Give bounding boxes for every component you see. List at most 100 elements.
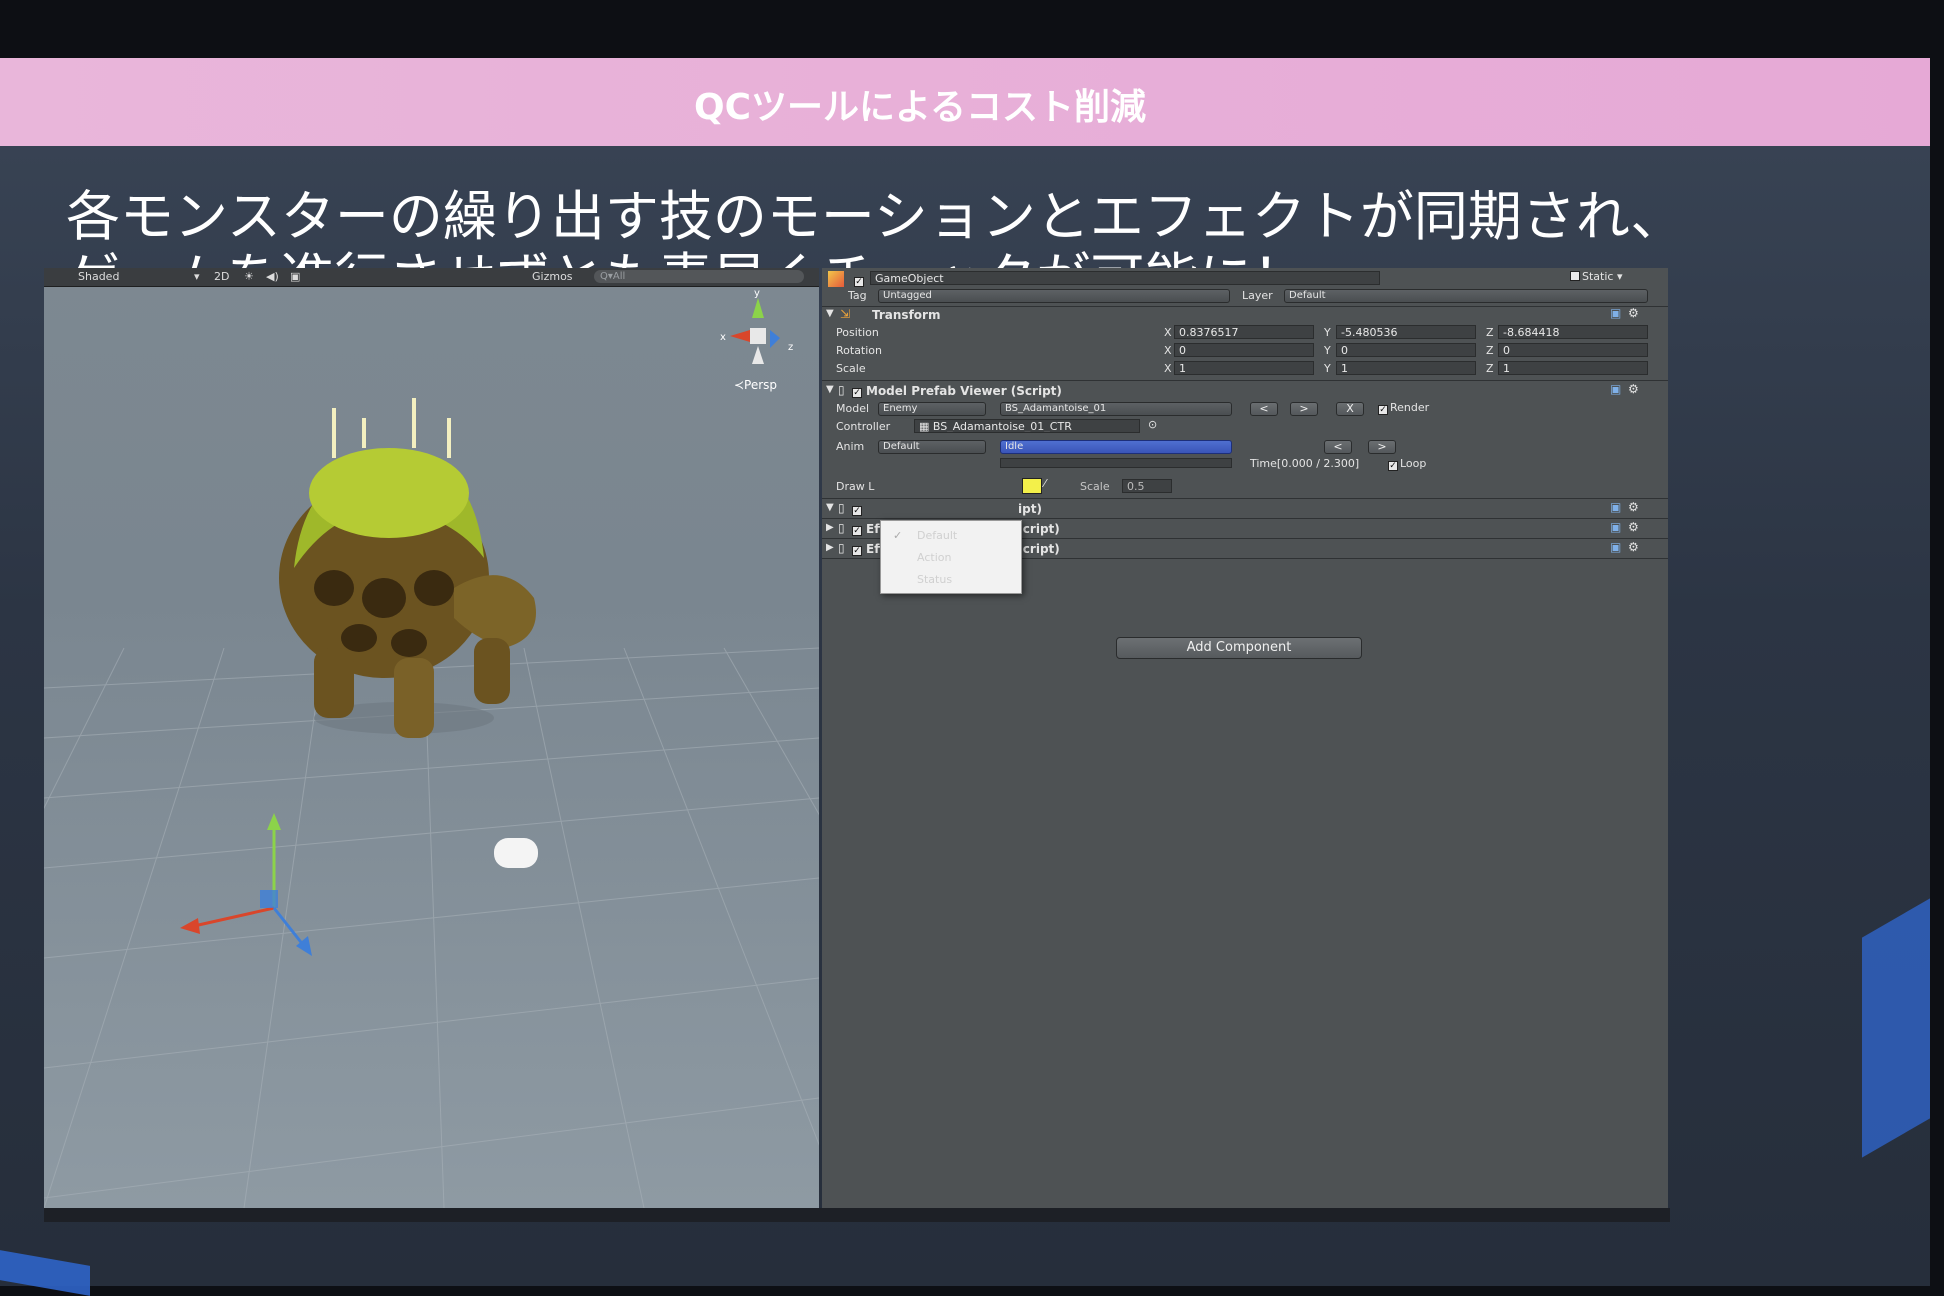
rotation-x-field[interactable]: 0 (1174, 343, 1314, 357)
render-label: Render (1390, 401, 1430, 414)
loop-label: Loop (1400, 457, 1427, 470)
rotation-y-field[interactable]: 0 (1336, 343, 1476, 357)
layer-label: Layer (1242, 289, 1273, 302)
slide-header-title: QCツールによるコスト削減 (694, 87, 1146, 128)
model-type-dropdown[interactable]: Enemy (878, 402, 986, 416)
help-icon[interactable]: ▣ (1610, 520, 1621, 534)
anim-category-dropdown[interactable]: Default (878, 440, 986, 454)
shading-mode-dropdown[interactable]: Shaded (78, 270, 119, 283)
component-enabled-checkbox[interactable] (852, 521, 864, 536)
popup-option-status[interactable]: Status (917, 573, 952, 586)
axis-x-label: x (720, 332, 726, 343)
model-clear-button[interactable]: X (1336, 402, 1364, 416)
scale-y-field[interactable]: 1 (1336, 361, 1476, 375)
scale-x-field[interactable]: 1 (1174, 361, 1314, 375)
gameobject-icon (828, 271, 844, 287)
controller-field[interactable]: ▦ BS_Adamantoise_01_CTR (914, 419, 1140, 433)
rotation-y-label: Y (1324, 344, 1331, 357)
gear-icon[interactable]: ⚙ (1628, 382, 1639, 396)
script-icon: ▯ (838, 383, 845, 397)
scene-view[interactable]: Shaded ▾ 2D ☀ ◀) ▣ Gizmos Q▾All y x z ≺P… (44, 268, 819, 1208)
help-icon[interactable]: ▣ (1610, 540, 1621, 554)
help-icon[interactable]: ▣ (1610, 500, 1621, 514)
audio-icon[interactable]: ◀) (266, 270, 279, 283)
anim-label: Anim (836, 440, 865, 453)
model-name-dropdown[interactable]: BS_Adamantoise_01 (1000, 402, 1232, 416)
popup-check-icon: ✓ (893, 529, 903, 542)
inspector-panel: GameObject Static ▾ Tag Untagged Layer D… (822, 268, 1668, 1208)
draw-scale-label: Scale (1080, 480, 1110, 493)
gear-icon[interactable]: ⚙ (1628, 500, 1639, 514)
scale-label: Scale (836, 362, 866, 375)
scale-z-field[interactable]: 1 (1498, 361, 1648, 375)
anim-next-button[interactable]: > (1368, 440, 1396, 454)
position-z-field[interactable]: -8.684418 (1498, 325, 1648, 339)
model-next-button[interactable]: > (1290, 402, 1318, 416)
help-icon[interactable]: ▣ (1610, 306, 1621, 320)
move-tool-gizmo[interactable] (174, 808, 334, 958)
position-z-label: Z (1486, 326, 1494, 339)
image-effects-icon[interactable]: ▣ (290, 270, 300, 283)
axis-y-label: y (754, 290, 760, 299)
gear-icon[interactable]: ⚙ (1628, 306, 1639, 320)
headline-line-1: 各モンスターの繰り出す技のモーションとエフェクトが同期され、 (66, 185, 1685, 248)
projection-label[interactable]: ≺Persp (734, 378, 777, 392)
model-viewer-enabled-checkbox[interactable] (852, 383, 864, 398)
gear-icon[interactable]: ⚙ (1628, 520, 1639, 534)
scene-search-input[interactable]: Q▾All (594, 270, 804, 283)
monster-model[interactable] (274, 398, 604, 818)
rotation-label: Rotation (836, 344, 883, 357)
anim-prev-button[interactable]: < (1324, 440, 1352, 454)
static-toggle[interactable]: Static ▾ (1570, 270, 1622, 283)
draw-scale-field[interactable]: 0.5 (1122, 479, 1172, 493)
render-toggle[interactable]: Render (1378, 401, 1429, 415)
scale-x-label: X (1164, 362, 1172, 375)
anim-clip-dropdown[interactable]: Idle (1000, 440, 1232, 454)
toggle-2d-button[interactable]: 2D (214, 270, 229, 283)
script-icon: ▯ (838, 521, 845, 535)
animator-icon: ▦ (919, 420, 933, 433)
position-y-label: Y (1324, 326, 1331, 339)
tag-dropdown[interactable]: Untagged (878, 289, 1230, 303)
add-component-button[interactable]: Add Component (1116, 637, 1362, 659)
transform-foldout-icon[interactable]: ▼ (826, 308, 834, 319)
tag-label: Tag (848, 289, 867, 302)
gizmo-x-cone (730, 330, 750, 342)
transform-title: Transform (872, 308, 941, 322)
component-title-1: ipt) (1018, 502, 1042, 516)
loop-toggle[interactable]: Loop (1388, 457, 1426, 471)
position-y-field[interactable]: -5.480536 (1336, 325, 1476, 339)
scene-toolbar: Shaded ▾ 2D ☀ ◀) ▣ Gizmos Q▾All (44, 268, 819, 287)
component-foldout-icon[interactable]: ▼ (826, 502, 834, 513)
model-prev-button[interactable]: < (1250, 402, 1278, 416)
component-enabled-checkbox[interactable] (852, 501, 864, 516)
anim-time-slider[interactable] (1000, 458, 1232, 468)
component-enabled-checkbox[interactable] (852, 541, 864, 556)
rotation-z-label: Z (1486, 344, 1494, 357)
model-viewer-foldout-icon[interactable]: ▼ (826, 384, 834, 395)
camera-icon[interactable] (494, 838, 538, 868)
controller-label: Controller (836, 420, 891, 433)
component-foldout-icon[interactable]: ▶ (826, 522, 834, 533)
orientation-gizmo[interactable]: y x z (708, 290, 808, 380)
layer-dropdown[interactable]: Default (1284, 289, 1648, 303)
script-icon: ▯ (838, 541, 845, 555)
lighting-icon[interactable]: ☀ (244, 270, 254, 283)
help-icon[interactable]: ▣ (1610, 382, 1621, 396)
axis-z-label: z (788, 342, 793, 353)
object-name-field[interactable]: GameObject (870, 271, 1380, 285)
active-checkbox[interactable] (854, 272, 866, 287)
draw-color-swatch[interactable] (1022, 478, 1042, 494)
anim-category-popup: ✓ Default Action Status (880, 520, 1022, 594)
rotation-z-field[interactable]: 0 (1498, 343, 1648, 357)
gear-icon[interactable]: ⚙ (1628, 540, 1639, 554)
popup-option-action[interactable]: Action (917, 551, 951, 564)
eyedropper-icon[interactable]: ⁄ (1044, 477, 1046, 490)
popup-option-default[interactable]: Default (917, 529, 957, 542)
gizmo-z-cone (770, 330, 780, 348)
component-foldout-icon[interactable]: ▶ (826, 542, 834, 553)
gizmos-dropdown[interactable]: Gizmos (532, 270, 573, 283)
object-picker-icon[interactable]: ⊙ (1148, 418, 1157, 431)
position-x-field[interactable]: 0.8376517 (1174, 325, 1314, 339)
scale-z-label: Z (1486, 362, 1494, 375)
